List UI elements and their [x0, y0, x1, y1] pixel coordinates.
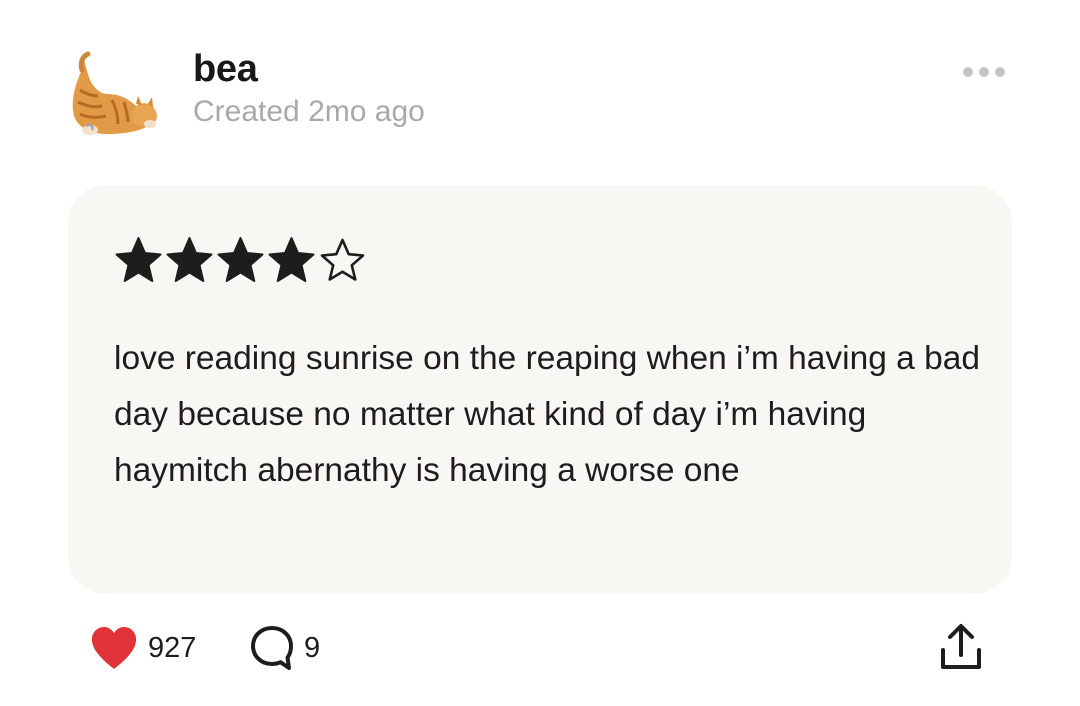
like-button[interactable]	[90, 626, 138, 670]
comment-button[interactable]	[249, 624, 295, 672]
review-text: love reading sunrise on the reaping when…	[114, 340, 980, 489]
star-filled-icon	[217, 237, 264, 282]
star-empty-icon	[320, 238, 365, 281]
heart-icon	[91, 627, 137, 669]
action-bar: 927 9	[0, 620, 1080, 680]
comment-count: 9	[304, 632, 321, 664]
comment-icon	[251, 626, 293, 670]
star-rating	[113, 235, 368, 285]
star-filled-icon	[166, 237, 213, 282]
cat-avatar-icon	[72, 51, 157, 135]
author-name[interactable]: bea	[193, 45, 258, 93]
share-button[interactable]	[938, 622, 984, 672]
review-card: love reading sunrise on the reaping when…	[68, 185, 1012, 594]
star-filled-icon	[268, 237, 315, 282]
more-icon	[963, 67, 1005, 77]
like-count: 927	[148, 632, 197, 664]
share-icon	[941, 624, 981, 669]
created-time: Created 2mo ago	[193, 95, 425, 128]
star-filled-icon	[115, 237, 162, 282]
avatar[interactable]	[62, 50, 162, 142]
more-options-button[interactable]	[960, 62, 1008, 82]
